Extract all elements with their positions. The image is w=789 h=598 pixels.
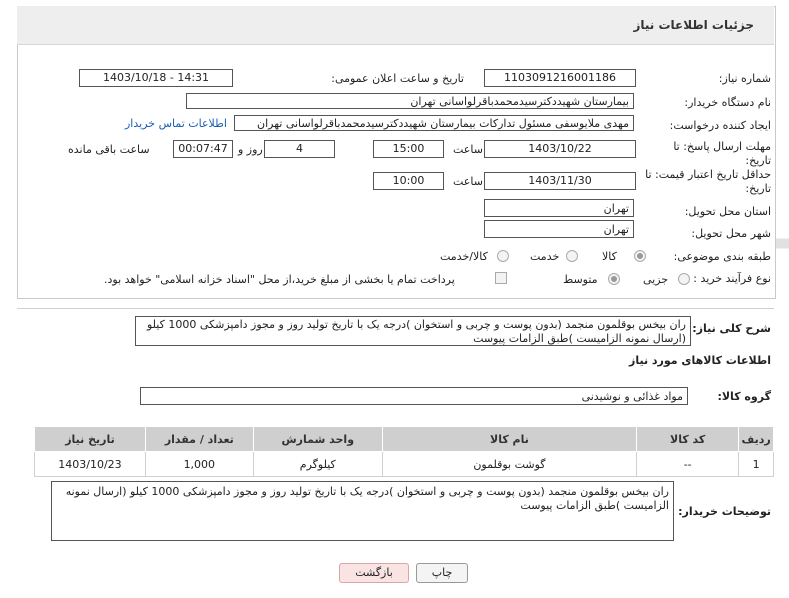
buyer-notes-label: توضیحات خریدار: [678,505,771,518]
validity-label: حداقل تاریخ اعتبار قیمت: تا تاریخ: [645,168,771,195]
cell-date: 1403/10/23 [34,451,146,477]
col-qty: تعداد / مقدار [144,426,254,452]
deadline-time-field: 15:00 [373,140,444,158]
col-code: کد کالا [636,426,740,452]
goods-section-title: اطلاعات کالاهای مورد نیاز [629,354,771,367]
announce-label: تاریخ و ساعت اعلان عمومی: [331,72,464,85]
col-name: نام کالا [381,426,638,452]
cell-qty: 1,000 [144,451,254,477]
table-header-row: ردیف کد کالا نام کالا واحد شمارش تعداد /… [34,426,774,452]
page-title: جزئیات اطلاعات نیاز [633,18,754,32]
panel-header: جزئیات اطلاعات نیاز [17,6,774,45]
summary-textarea[interactable]: ران بیخس بوقلمون منجمد (بدون پوست و چربی… [135,316,691,346]
category-service-radio[interactable] [566,250,578,262]
goods-table: ردیف کد کالا نام کالا واحد شمارش تعداد /… [34,426,774,477]
validity-time-label: ساعت [453,175,483,188]
province-field: تهران [484,199,634,217]
cell-name: گوشت بوقلمون [381,451,638,477]
remaining-label: ساعت باقی مانده [68,143,150,156]
category-both-radio[interactable] [497,250,509,262]
province-label: استان محل تحویل: [684,205,771,218]
payment-note: پرداخت تمام یا بخشی از مبلغ خرید،از محل … [104,273,455,286]
buyer-notes-textarea[interactable]: ران بیخس بوقلمون منجمد (بدون پوست و چربی… [51,481,674,541]
cell-code: -- [636,451,740,477]
goods-group-field: مواد غذائی و نوشیدنی [140,387,688,405]
days-label: روز و [238,143,263,156]
buyer-label: نام دستگاه خریدار: [684,96,771,109]
print-button[interactable]: چاپ [416,563,468,583]
category-label: طبقه بندی موضوعی: [673,250,771,263]
process-minor-label: جزیی [643,273,669,286]
buyer-field: بیمارستان شهیددکترسیدمحمدباقرلواسانی تهر… [186,93,634,109]
deadline-time-label: ساعت [453,143,483,156]
validity-time-field: 10:00 [373,172,444,190]
city-label: شهر محل تحویل: [691,227,771,240]
category-service-label: خدمت [530,250,560,263]
process-medium-label: متوسط [563,273,598,286]
cell-row: 1 [738,451,774,477]
summary-label: شرح کلی نیاز: [692,322,771,335]
category-goods-radio[interactable] [634,250,646,262]
announce-field: 1403/10/18 - 14:31 [79,69,233,87]
table-row: 1 -- گوشت بوقلمون کیلوگرم 1,000 1403/10/… [34,451,774,477]
category-goods-label: کالا [602,250,617,263]
category-both-label: کالا/خدمت [440,250,488,263]
city-field: تهران [484,220,634,238]
goods-group-label: گروه کالا: [717,390,771,403]
creator-field: مهدی ملایوسفی مسئول تدارکات بیمارستان شه… [234,115,634,131]
process-label: نوع فرآیند خرید : [693,272,771,285]
deadline-label: مهلت ارسال پاسخ: تا تاریخ: [673,140,771,167]
divider [17,308,774,309]
need-number-label: شماره نیاز: [718,72,771,85]
col-row: ردیف [738,426,774,452]
process-minor-radio[interactable] [678,273,690,285]
col-unit: واحد شمارش [252,426,383,452]
deadline-date-field: 1403/10/22 [484,140,636,158]
need-number-field: 1103091216001186 [484,69,636,87]
buyer-contact-link[interactable]: اطلاعات تماس خریدار [125,117,227,130]
treasury-checkbox[interactable] [495,272,507,284]
remaining-time-field: 00:07:47 [173,140,233,158]
cell-unit: کیلوگرم [252,451,383,477]
col-date: تاریخ نیاز [34,426,146,452]
back-button[interactable]: بازگشت [339,563,409,583]
validity-date-field: 1403/11/30 [484,172,636,190]
creator-label: ایجاد کننده درخواست: [669,119,771,132]
process-medium-radio[interactable] [608,273,620,285]
days-field: 4 [264,140,335,158]
